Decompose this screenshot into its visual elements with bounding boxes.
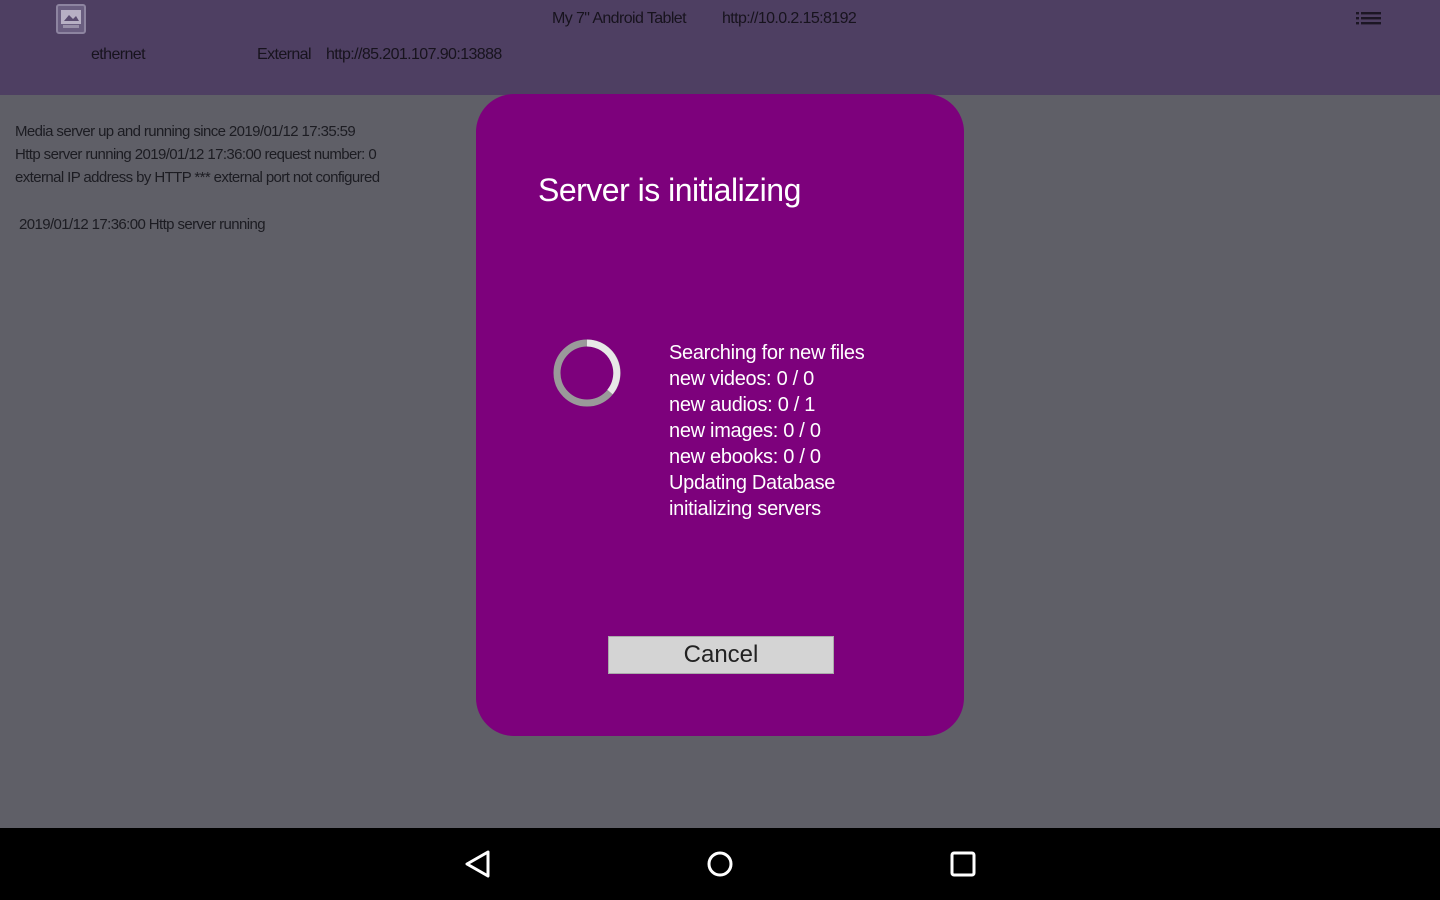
status-log: Media server up and running since 2019/0… [15, 120, 475, 236]
spinner [550, 336, 624, 410]
app-icon[interactable] [56, 4, 86, 34]
progress-ebooks: new ebooks: 0 / 0 [669, 446, 821, 468]
local-url: http://10.0.2.15:8192 [722, 10, 857, 27]
list-menu-icon [1356, 12, 1381, 25]
dialog-title: Server is initializing [538, 172, 801, 208]
progress-audios: new audios: 0 / 1 [669, 394, 816, 416]
status-line-media-server: Media server up and running since 2019/0… [15, 123, 356, 140]
status-event-line: 2019/01/12 17:36:00 Http server running [19, 216, 266, 233]
screen: My 7" Android Tablet http://10.0.2.15:81… [0, 0, 1440, 900]
back-triangle-icon [465, 850, 490, 878]
progress-list: Searching for new files new videos: 0 / … [669, 340, 865, 522]
progress-servers: initializing servers [669, 498, 821, 520]
progress-images: new images: 0 / 0 [669, 420, 821, 442]
recents-square-icon [950, 851, 976, 877]
status-line-external-ip: external IP address by HTTP *** external… [15, 169, 380, 186]
loading-spinner-icon [553, 339, 621, 407]
media-server-app-icon [61, 10, 81, 28]
progress-searching: Searching for new files [669, 342, 865, 364]
nav-back-button[interactable] [458, 844, 498, 884]
device-name: My 7" Android Tablet [552, 10, 687, 27]
cancel-button[interactable]: Cancel [608, 636, 834, 674]
progress-videos: new videos: 0 / 0 [669, 368, 814, 390]
navigation-bar [0, 828, 1440, 900]
nav-home-button[interactable] [700, 844, 740, 884]
home-circle-icon [707, 851, 733, 877]
external-label: External [257, 46, 312, 63]
app-header: My 7" Android Tablet http://10.0.2.15:81… [0, 0, 1440, 95]
external-url: http://85.201.107.90:13888 [326, 46, 502, 63]
progress-database: Updating Database [669, 472, 836, 494]
menu-button[interactable] [1352, 8, 1386, 30]
status-line-http-server: Http server running 2019/01/12 17:36:00 … [15, 146, 377, 163]
server-initializing-dialog: Server is initializing Searching for new… [476, 94, 964, 736]
nav-recents-button[interactable] [943, 844, 983, 884]
network-type-label: ethernet [91, 46, 146, 63]
